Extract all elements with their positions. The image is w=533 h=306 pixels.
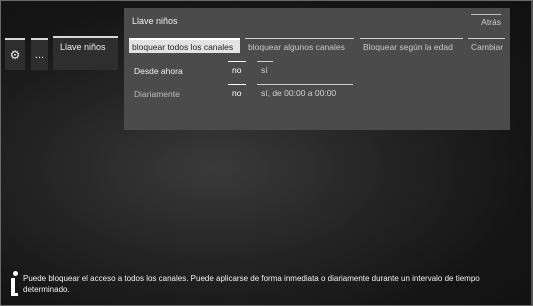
settings-nav-button[interactable]: ⚙ — [5, 38, 25, 70]
option-daily-yes-time-range[interactable]: sí, de 00:00 a 00:00 — [257, 84, 353, 99]
back-button[interactable]: Atrás — [471, 14, 501, 27]
tab-change-pin[interactable]: Cambiar — [468, 38, 505, 53]
help-text: Puede bloquear el acceso a todos los can… — [23, 274, 480, 294]
info-icon — [10, 271, 20, 297]
tab-block-all-channels[interactable]: bloquear todos los canales — [129, 38, 240, 53]
page-title: Llave niños — [132, 16, 178, 26]
breadcrumb-parental-lock[interactable]: Llave niños — [53, 36, 118, 70]
row-label-daily: Diariamente — [134, 89, 180, 99]
parental-lock-panel: Llave niños Atrás bloquear todos los can… — [124, 8, 510, 130]
option-from-now-yes[interactable]: sí — [257, 61, 273, 76]
gear-icon: ⚙ — [9, 48, 21, 62]
more-label: ... — [34, 49, 45, 61]
row-label-from-now: Desde ahora — [134, 66, 183, 76]
tab-block-some-channels[interactable]: bloquear algunos canales — [245, 38, 354, 53]
tab-block-by-age[interactable]: Bloquear según la edad — [360, 38, 463, 53]
option-from-now-no[interactable]: no — [228, 61, 246, 76]
breadcrumb-label: Llave niños — [60, 42, 106, 52]
option-daily-no[interactable]: no — [228, 84, 246, 99]
more-nav-button[interactable]: ... — [31, 38, 48, 70]
